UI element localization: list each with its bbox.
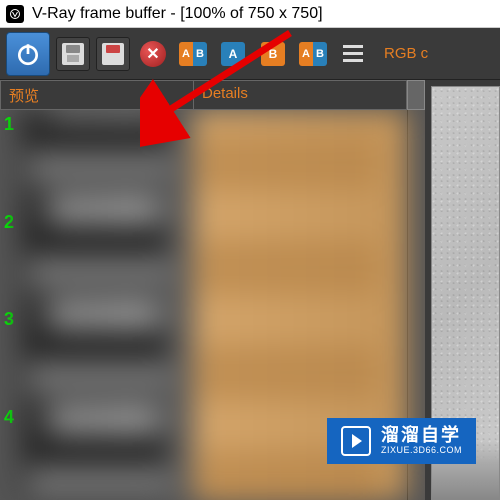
header-scroll-corner [407,80,425,110]
ab-compare-button[interactable]: AB [176,37,210,71]
details-header[interactable]: Details [194,80,407,110]
play-icon [341,426,371,456]
channel-label[interactable]: RGB c [384,45,428,62]
row-numbers: 1 2 3 4 [0,110,18,500]
ab-swap-button[interactable]: AB [296,37,330,71]
save-button[interactable] [56,37,90,71]
row-number: 2 [0,208,18,306]
row-number: 1 [0,110,18,208]
watermark: 溜溜自学 ZIXUE.3D66.COM [327,418,476,464]
titlebar: V-Ray frame buffer - [100% of 750 x 750] [0,0,500,28]
watermark-title: 溜溜自学 [381,426,462,446]
row-number: 3 [0,305,18,403]
b-button[interactable]: B [256,37,290,71]
save-all-button[interactable] [96,37,130,71]
a-button[interactable]: A [216,37,250,71]
render-button[interactable] [6,32,50,76]
column-headers: 预览 Details [0,80,425,110]
row-number: 4 [0,403,18,500]
window-title: V-Ray frame buffer - [100% of 750 x 750] [32,5,323,23]
toolbar: ✕ AB A B AB RGB c [0,28,500,80]
clear-button[interactable]: ✕ [136,37,170,71]
watermark-url: ZIXUE.3D66.COM [381,446,462,456]
vray-icon [6,5,24,23]
preview-header[interactable]: 预览 [0,80,194,110]
menu-button[interactable] [336,37,370,71]
